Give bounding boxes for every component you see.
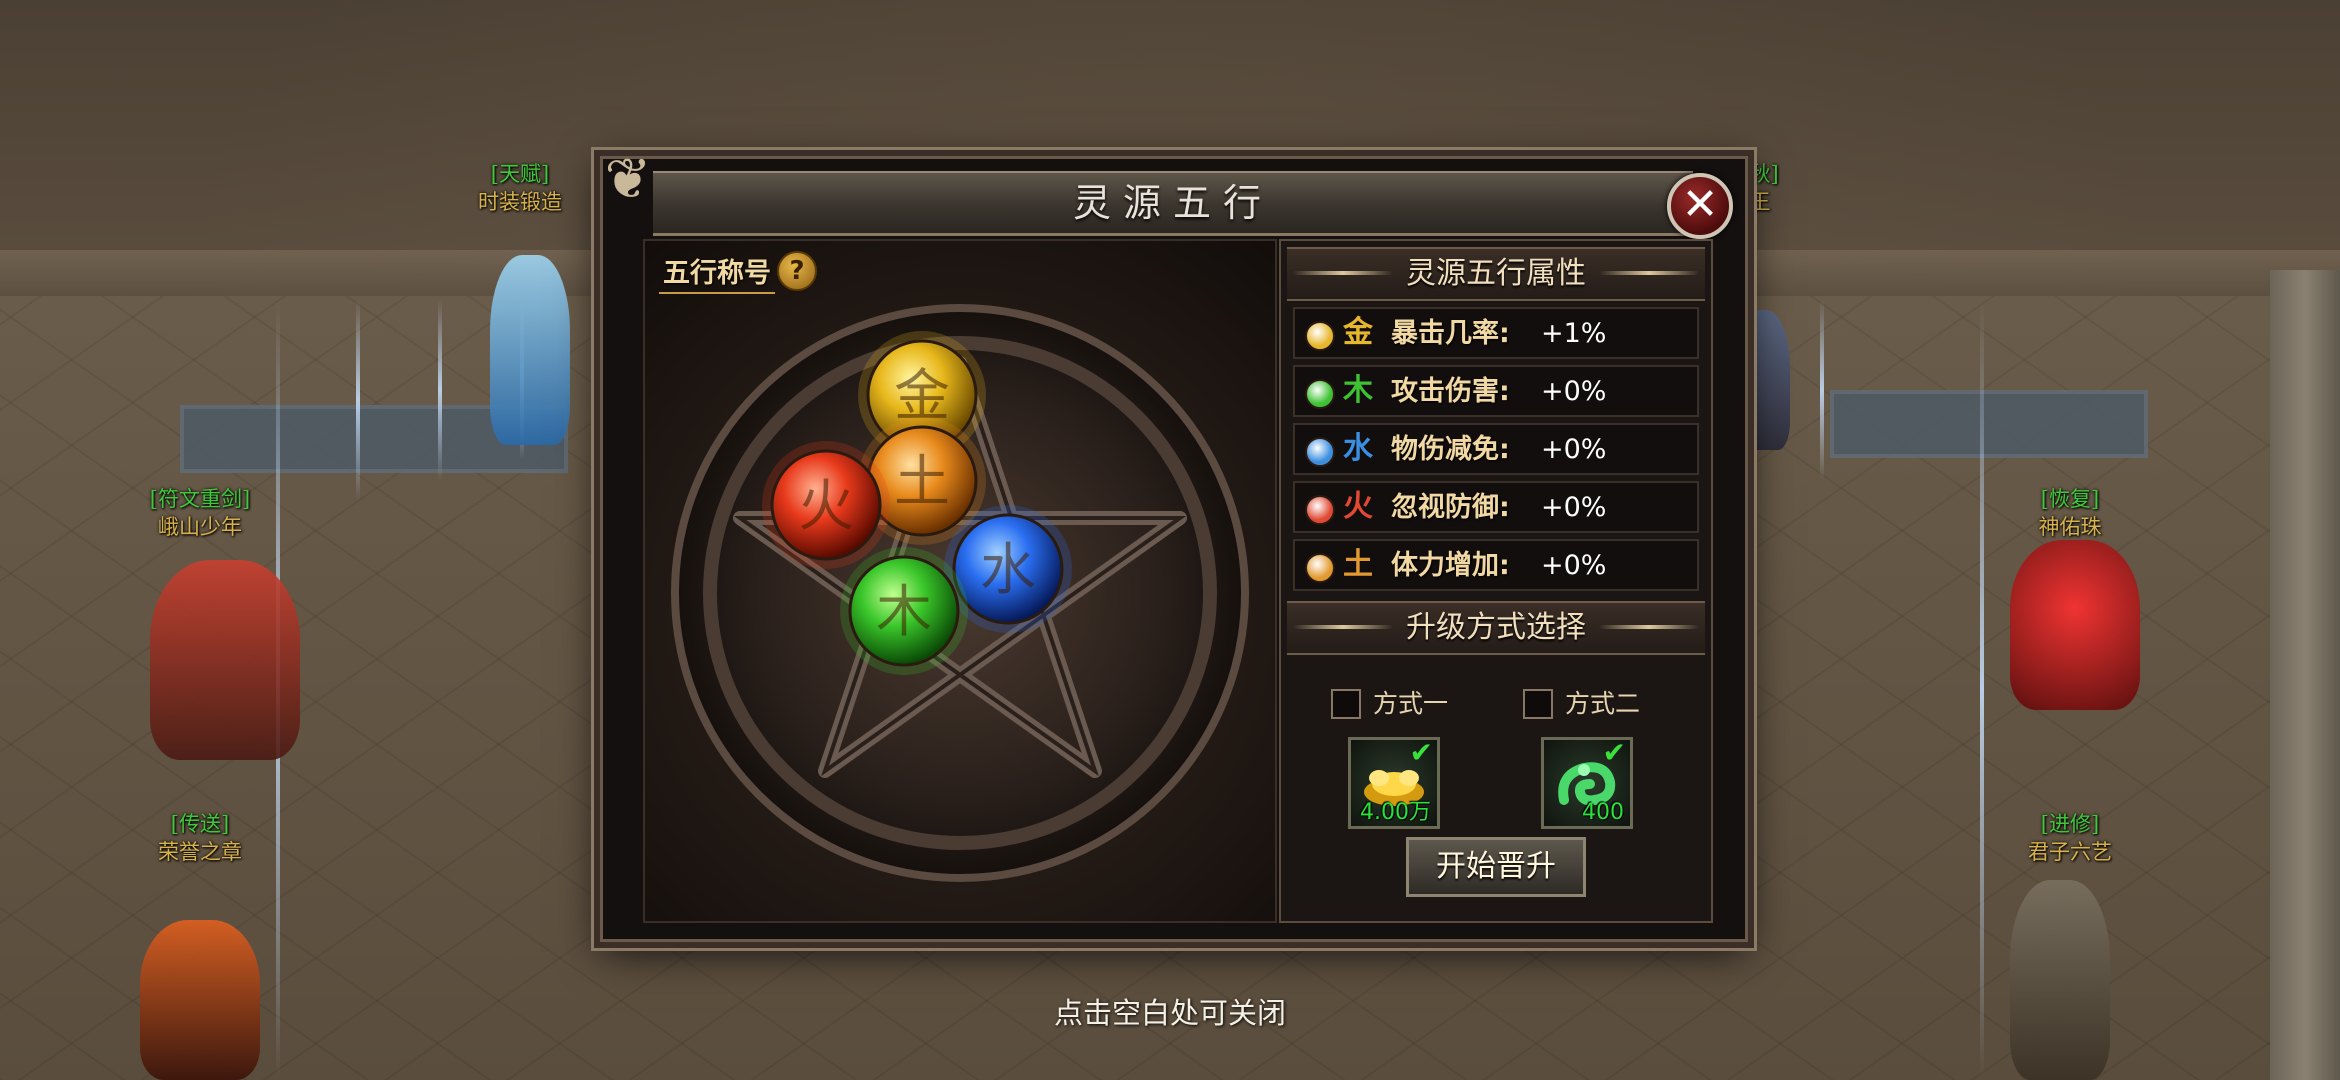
dialog-frame: ❦ 灵源五行 ✕ 五行称号 ? 金土火水 木 灵源五行属性 金 暴击几率: +1… bbox=[600, 147, 1748, 942]
water-orb-glyph: 水 bbox=[980, 538, 1036, 603]
attributes-panel: 灵源五行属性 金 暴击几率: +1% 木 攻击伤害: +0% 水 物伤减免: +… bbox=[1279, 239, 1713, 923]
close-hint: 点击空白处可关闭 bbox=[1053, 996, 1286, 1030]
attribute-label: 物伤减免: bbox=[1391, 434, 1510, 465]
attribute-value: +0% bbox=[1541, 376, 1607, 407]
attribute-label: 忽视防御: bbox=[1391, 492, 1510, 523]
npc-red-orb[interactable] bbox=[2010, 540, 2140, 710]
attribute-row-crit: 金 暴击几率: +1% bbox=[1293, 307, 1699, 359]
item-count: 4.00万 bbox=[1360, 800, 1431, 825]
lingyuan-wuxing-dialog: ❦ 灵源五行 ✕ 五行称号 ? 金土火水 木 灵源五行属性 金 暴击几率: +1… bbox=[596, 147, 1748, 942]
earth-orb-glyph: 土 bbox=[894, 450, 950, 515]
attribute-value: +0% bbox=[1541, 550, 1607, 581]
light-beam bbox=[1980, 300, 1984, 1080]
wuxing-panel: 五行称号 ? 金土火水木 bbox=[643, 239, 1277, 923]
light-beam bbox=[1820, 300, 1824, 480]
attribute-label: 暴击几率: bbox=[1391, 318, 1510, 349]
jade-item[interactable]: ✔ 400 bbox=[1541, 737, 1633, 829]
wood-orb: 木 bbox=[840, 547, 968, 675]
start-upgrade-button[interactable]: 开始晋升 bbox=[1406, 837, 1586, 897]
option-1-checkbox[interactable] bbox=[1331, 689, 1361, 719]
npc-label: [传送] 荣誉之章 bbox=[158, 812, 242, 864]
fire-glyph-icon: 火 bbox=[1343, 489, 1373, 524]
attribute-label: 体力增加: bbox=[1391, 550, 1510, 581]
wuxing-wheel: 金土火水木 bbox=[671, 304, 1249, 882]
attribute-indicator-icon bbox=[1305, 553, 1335, 583]
metal-glyph-icon: 金 bbox=[1343, 315, 1373, 350]
attribute-indicator-icon bbox=[1305, 437, 1335, 467]
upgrade-option-2[interactable]: 方式二 bbox=[1523, 685, 1663, 725]
fire-orb-glyph: 火 bbox=[798, 474, 854, 539]
light-beam bbox=[438, 300, 442, 480]
attribute-value: +1% bbox=[1541, 318, 1607, 349]
light-beam bbox=[356, 300, 360, 500]
attribute-indicator-icon bbox=[1305, 495, 1335, 525]
fire-orb: 火 bbox=[762, 441, 890, 569]
attribute-label: 攻击伤害: bbox=[1391, 376, 1510, 407]
help-icon[interactable]: ? bbox=[777, 251, 817, 291]
wuxing-title: 五行称号 bbox=[659, 251, 775, 294]
wood-glyph-icon: 木 bbox=[1343, 373, 1373, 408]
water-glyph-icon: 水 bbox=[1343, 431, 1373, 466]
wood-orb-glyph: 木 bbox=[876, 580, 932, 645]
option-2-label: 方式二 bbox=[1565, 689, 1641, 718]
npc-blue-lady[interactable] bbox=[490, 255, 570, 445]
title-bar: 灵源五行 bbox=[653, 171, 1693, 236]
attributes-header: 灵源五行属性 bbox=[1287, 247, 1705, 301]
dialog-title: 灵源五行 bbox=[1072, 181, 1273, 225]
npc-label: [符文重剑] 峨山少年 bbox=[149, 487, 251, 539]
pillar-right bbox=[2270, 270, 2340, 1080]
gold-ingot-item[interactable]: ✔ 4.00万 bbox=[1348, 737, 1440, 829]
item-count: 400 bbox=[1582, 800, 1624, 825]
attribute-value: +0% bbox=[1541, 434, 1607, 465]
attribute-indicator-icon bbox=[1305, 379, 1335, 409]
upgrade-option-1[interactable]: 方式一 bbox=[1331, 685, 1471, 725]
npc-label: [恢复] 神佑珠 bbox=[2038, 487, 2102, 539]
npc-scholar[interactable] bbox=[2010, 880, 2110, 1080]
npc-label: [进修] 君子六艺 bbox=[2028, 812, 2112, 864]
earth-glyph-icon: 土 bbox=[1343, 547, 1373, 582]
option-1-label: 方式一 bbox=[1373, 689, 1449, 718]
check-icon: ✔ bbox=[1409, 736, 1433, 769]
option-2-checkbox[interactable] bbox=[1523, 689, 1553, 719]
check-icon: ✔ bbox=[1602, 736, 1626, 769]
npc-label: [天赋] 时装锻造 bbox=[478, 162, 562, 214]
upgrade-header: 升级方式选择 bbox=[1287, 601, 1705, 655]
close-button[interactable]: ✕ bbox=[1667, 173, 1733, 239]
attribute-value: +0% bbox=[1541, 492, 1607, 523]
attribute-row-ignore-defense: 火 忽视防御: +0% bbox=[1293, 481, 1699, 533]
ruin-right bbox=[1830, 390, 2148, 458]
attribute-indicator-icon bbox=[1305, 321, 1335, 351]
attribute-row-damage-reduction: 水 物伤减免: +0% bbox=[1293, 423, 1699, 475]
attribute-row-stamina: 土 体力增加: +0% bbox=[1293, 539, 1699, 591]
attribute-row-attack: 木 攻击伤害: +0% bbox=[1293, 365, 1699, 417]
npc-warrior[interactable] bbox=[150, 560, 300, 760]
